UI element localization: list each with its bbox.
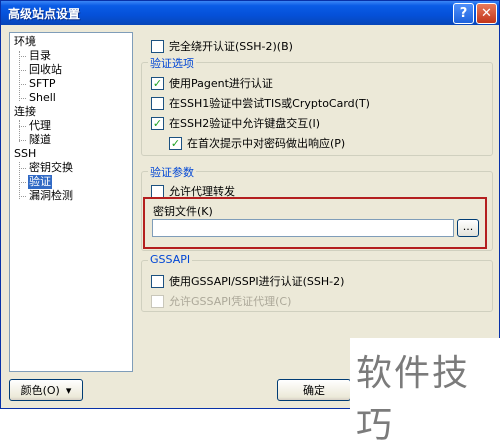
gssapi-title: GSSAPI	[148, 253, 193, 266]
help-button[interactable]: ?	[453, 3, 474, 24]
window-title: 高级站点设置	[8, 7, 81, 21]
use-pageant-checkbox[interactable]: ✓	[151, 76, 164, 90]
close-button[interactable]: ✕	[476, 3, 497, 24]
tree-item-connection[interactable]: 连接	[14, 105, 36, 119]
use-gssapi-label: 使用GSSAPI/SSPI进行认证(SSH-2)	[169, 275, 345, 288]
use-pageant-label: 使用Pagent进行认证	[169, 77, 273, 90]
use-gssapi-checkbox[interactable]	[151, 274, 164, 288]
first-prompt-label: 在首次提示中对密码做出响应(P)	[187, 137, 346, 150]
tree-item-proxy[interactable]: 代理	[29, 119, 51, 133]
bypass-auth-option[interactable]: 完全绕开认证(SSH-2)(B)	[151, 38, 293, 54]
color-button[interactable]: 颜色(O) ▾	[9, 379, 83, 401]
tree-item-recycle-bin[interactable]: 回收站	[29, 63, 62, 77]
use-pageant-option[interactable]: ✓ 使用Pagent进行认证	[151, 75, 273, 91]
watermark: 软件技巧	[350, 338, 500, 446]
auth-options-title: 验证选项	[148, 55, 196, 71]
tis-cryptocard-label: 在SSH1验证中尝试TIS或CryptoCard(T)	[169, 97, 370, 110]
gssapi-delegation-option: 允许GSSAPI凭证代理(C)	[151, 293, 291, 309]
auth-params-title: 验证参数	[148, 164, 196, 180]
gssapi-delegation-label: 允许GSSAPI凭证代理(C)	[169, 295, 292, 308]
category-tree[interactable]: 环境 目录 回收站 SFTP Shell 连接 代理 隧道 SSH 密钥交换 验…	[9, 32, 133, 372]
title-bar: 高级站点设置 ? ✕	[1, 1, 499, 25]
gssapi-delegation-checkbox	[151, 294, 164, 308]
use-gssapi-option[interactable]: 使用GSSAPI/SSPI进行认证(SSH-2)	[151, 273, 344, 289]
ok-button[interactable]: 确定	[277, 379, 351, 401]
tree-item-sftp[interactable]: SFTP	[29, 77, 55, 91]
tree-item-key-exchange[interactable]: 密钥交换	[29, 161, 73, 175]
tis-cryptocard-checkbox[interactable]	[151, 96, 164, 110]
tis-cryptocard-option[interactable]: 在SSH1验证中尝试TIS或CryptoCard(T)	[151, 95, 370, 111]
keyboard-interactive-checkbox[interactable]: ✓	[151, 116, 164, 130]
keyboard-interactive-label: 在SSH2验证中允许键盘交互(I)	[169, 117, 321, 130]
browse-button[interactable]: ...	[457, 219, 479, 237]
watermark-text: 软件技巧	[356, 353, 471, 446]
bypass-auth-label: 完全绕开认证(SSH-2)(B)	[169, 40, 293, 53]
tree-item-authentication[interactable]: 验证	[28, 175, 52, 189]
first-prompt-checkbox[interactable]: ✓	[169, 136, 182, 150]
tree-item-bug-detection[interactable]: 漏洞检测	[29, 189, 73, 203]
key-file-label: 密钥文件(K)	[153, 205, 213, 218]
tree-item-environment[interactable]: 环境	[14, 35, 36, 49]
key-file-input[interactable]	[152, 219, 454, 237]
bypass-auth-checkbox[interactable]	[151, 39, 164, 53]
first-prompt-option[interactable]: ✓ 在首次提示中对密码做出响应(P)	[169, 135, 345, 151]
color-button-label: 颜色(O)	[20, 384, 60, 397]
tree-item-shell[interactable]: Shell	[29, 91, 56, 105]
tree-item-ssh[interactable]: SSH	[14, 147, 36, 161]
chevron-down-icon: ▾	[65, 383, 72, 397]
tree-item-tunnel[interactable]: 隧道	[29, 133, 51, 147]
tree-item-directory[interactable]: 目录	[29, 49, 51, 63]
agent-forwarding-checkbox[interactable]	[151, 184, 164, 198]
keyboard-interactive-option[interactable]: ✓ 在SSH2验证中允许键盘交互(I)	[151, 115, 320, 131]
